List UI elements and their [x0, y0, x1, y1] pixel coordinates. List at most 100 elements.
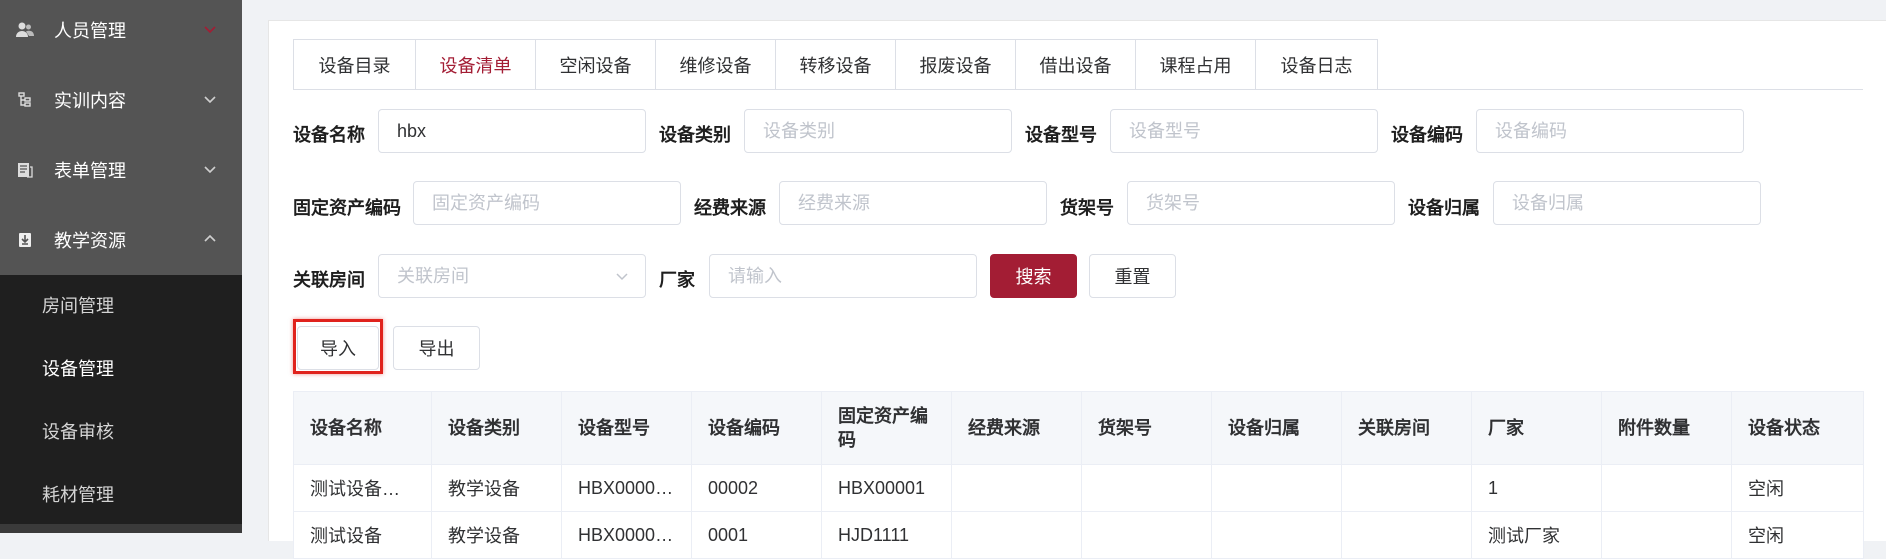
table-cell: 测试设备 — [293, 511, 432, 559]
column-header: 固定资产编码 — [821, 391, 952, 465]
device-name-input[interactable] — [378, 109, 646, 153]
label-device-name: 设备名称 — [293, 125, 365, 145]
table-cell — [1081, 464, 1212, 512]
form-icon — [14, 159, 36, 181]
submenu-label: 房间管理 — [42, 296, 114, 316]
menu-personnel[interactable]: 人员管理 — [0, 0, 242, 65]
table-cell: 教学设备 — [431, 511, 562, 559]
column-header: 厂家 — [1471, 391, 1602, 465]
label-asset-code: 固定资产编码 — [293, 198, 401, 218]
menu-label: 人员管理 — [54, 21, 126, 41]
column-header: 设备型号 — [561, 391, 692, 465]
column-header: 设备归属 — [1211, 391, 1342, 465]
tab-bar: 设备目录 设备清单 空闲设备 维修设备 转移设备 报废设备 借出设备 课程占用 … — [293, 39, 1378, 90]
sidebar: 人员管理 实训内容 表单管理 教学资源 房间管理 设备管理 设备审核 耗材管理 — [0, 0, 242, 533]
submenu-item-devices[interactable]: 设备管理 — [0, 338, 242, 398]
table-cell: 00002 — [691, 464, 822, 512]
device-owner-input[interactable] — [1493, 181, 1761, 225]
table-row[interactable]: 测试设备 教学设备 HBX000001 0001 HJD1111 测试厂家 空闲 — [293, 511, 1864, 559]
tab-device-catalog[interactable]: 设备目录 — [294, 40, 416, 90]
table-cell: HBX000001 — [561, 511, 692, 559]
label-shelf-number: 货架号 — [1060, 198, 1114, 218]
tree-icon — [14, 89, 36, 111]
table-cell: 空闲 — [1731, 464, 1864, 512]
table-cell — [1341, 464, 1472, 512]
vendor-input[interactable] — [709, 254, 977, 298]
tab-course-occupancy[interactable]: 课程占用 — [1136, 40, 1256, 90]
submenu-label: 设备管理 — [42, 359, 114, 379]
table-cell — [1601, 464, 1732, 512]
device-category-input[interactable] — [744, 109, 1012, 153]
submenu-item-consumables[interactable]: 耗材管理 — [0, 464, 242, 524]
table-cell — [1081, 511, 1212, 559]
tab-device-log[interactable]: 设备日志 — [1256, 40, 1377, 90]
chevron-down-icon — [204, 166, 216, 174]
submenu-label: 耗材管理 — [42, 485, 114, 505]
label-funding-source: 经费来源 — [694, 198, 766, 218]
submenu-label: 设备审核 — [42, 422, 114, 442]
column-header: 设备类别 — [431, 391, 562, 465]
funding-source-input[interactable] — [779, 181, 1047, 225]
table-header-row: 设备名称 设备类别 设备型号 设备编码 固定资产编码 经费来源 货架号 设备归属… — [293, 391, 1864, 465]
device-code-input[interactable] — [1476, 109, 1744, 153]
chevron-down-icon — [204, 96, 216, 104]
tab-lent-devices[interactable]: 借出设备 — [1016, 40, 1136, 90]
table-cell: 测试厂家 — [1471, 511, 1602, 559]
device-model-input[interactable] — [1110, 109, 1378, 153]
submenu-item-device-review[interactable]: 设备审核 — [0, 401, 242, 461]
table-cell: 1 — [1471, 464, 1602, 512]
related-room-select[interactable] — [378, 254, 646, 298]
menu-label: 教学资源 — [54, 231, 126, 251]
table-cell: 测试设备… — [293, 464, 432, 512]
tab-idle-devices[interactable]: 空闲设备 — [536, 40, 656, 90]
menu-label: 表单管理 — [54, 161, 126, 181]
table-cell — [951, 464, 1082, 512]
table-cell: HBX00001 — [821, 464, 952, 512]
table-cell: HBX000001 — [561, 464, 692, 512]
column-header: 设备状态 — [1731, 391, 1864, 465]
column-header: 设备名称 — [293, 391, 432, 465]
table-cell: HJD1111 — [821, 511, 952, 559]
column-header: 附件数量 — [1601, 391, 1732, 465]
table-row[interactable]: 测试设备… 教学设备 HBX000001 00002 HBX00001 1 空闲 — [293, 464, 1864, 512]
tab-transfer-devices[interactable]: 转移设备 — [776, 40, 896, 90]
export-button[interactable]: 导出 — [393, 326, 480, 370]
table-cell — [951, 511, 1082, 559]
users-icon — [14, 19, 36, 41]
asset-code-input[interactable] — [413, 181, 681, 225]
menu-training[interactable]: 实训内容 — [0, 65, 242, 135]
column-header: 货架号 — [1081, 391, 1212, 465]
table-cell — [1601, 511, 1732, 559]
column-header: 关联房间 — [1341, 391, 1472, 465]
label-device-code: 设备编码 — [1391, 125, 1463, 145]
label-related-room: 关联房间 — [293, 270, 365, 290]
label-device-category: 设备类别 — [659, 125, 731, 145]
table-cell — [1211, 464, 1342, 512]
tab-device-list[interactable]: 设备清单 — [416, 40, 536, 90]
label-device-model: 设备型号 — [1025, 125, 1097, 145]
label-device-owner: 设备归属 — [1408, 198, 1480, 218]
submenu-item-rooms[interactable]: 房间管理 — [0, 275, 242, 335]
submenu-teaching-resources: 房间管理 设备管理 设备审核 耗材管理 — [0, 275, 242, 525]
tab-repair-devices[interactable]: 维修设备 — [656, 40, 776, 90]
sidebar-bottom-divider — [0, 524, 242, 533]
shelf-number-input[interactable] — [1127, 181, 1395, 225]
device-table: 设备名称 设备类别 设备型号 设备编码 固定资产编码 经费来源 货架号 设备归属… — [293, 391, 1864, 559]
menu-teaching-resources[interactable]: 教学资源 — [0, 205, 242, 275]
menu-forms[interactable]: 表单管理 — [0, 135, 242, 205]
related-room-select-input[interactable] — [378, 254, 646, 298]
label-vendor: 厂家 — [659, 270, 695, 290]
table-cell: 空闲 — [1731, 511, 1864, 559]
tab-bar-underline — [293, 89, 1863, 90]
table-cell: 0001 — [691, 511, 822, 559]
chevron-up-icon — [204, 234, 216, 242]
column-header: 设备编码 — [691, 391, 822, 465]
import-highlight-box — [293, 319, 383, 374]
reset-button[interactable]: 重置 — [1089, 254, 1176, 298]
column-header: 经费来源 — [951, 391, 1082, 465]
search-button[interactable]: 搜索 — [990, 254, 1077, 298]
chevron-down-icon — [616, 273, 628, 281]
table-cell: 教学设备 — [431, 464, 562, 512]
table-cell — [1211, 511, 1342, 559]
tab-scrapped-devices[interactable]: 报废设备 — [896, 40, 1016, 90]
